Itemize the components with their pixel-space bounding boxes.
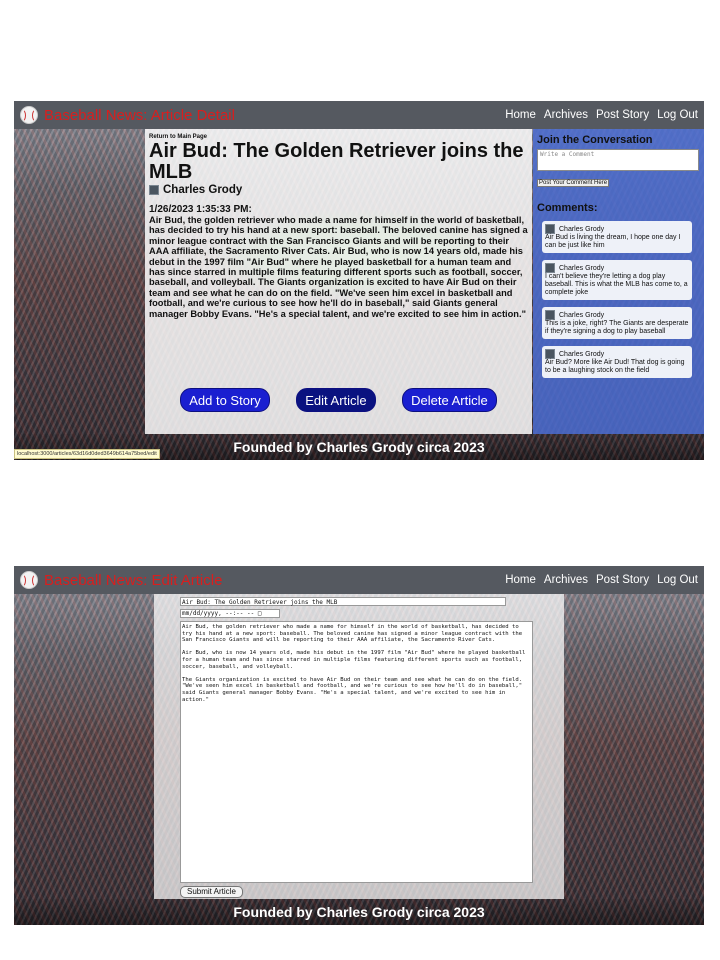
join-conversation-heading: Join the Conversation — [537, 134, 653, 146]
post-comment-button[interactable]: Post Your Comment Here — [537, 179, 610, 187]
nav-links: Home Archives Post Story Log Out — [505, 109, 698, 121]
nav-archives-link[interactable]: Archives — [544, 109, 588, 121]
comment-item: Charles Grody Air Bud is living the drea… — [542, 221, 692, 253]
status-url-tooltip: localhost:3000/articles/63d16d0ded3649b6… — [14, 449, 160, 459]
comment-item: Charles Grody Air Bud? More like Air Dud… — [542, 346, 692, 378]
nav-links: Home Archives Post Story Log Out — [505, 574, 698, 586]
comment-item: Charles Grody I can't believe they're le… — [542, 260, 692, 300]
commenter-avatar-icon — [545, 224, 555, 234]
author-avatar-icon — [149, 185, 159, 195]
date-time-input[interactable]: mm/dd/yyyy, --:-- -- □ — [180, 609, 280, 618]
nav-log-out-link[interactable]: Log Out — [657, 574, 698, 586]
submit-article-button[interactable]: Submit Article — [180, 886, 243, 898]
title-input[interactable]: Air Bud: The Golden Retriever joins the … — [180, 597, 506, 606]
comments-sidebar: Join the Conversation Write a Comment Po… — [533, 129, 704, 434]
brand-title[interactable]: Baseball News: Edit Article — [44, 572, 222, 589]
navbar: Baseball News: Edit Article Home Archive… — [14, 566, 704, 594]
comment-text: I can't believe they're letting a dog pl… — [545, 273, 688, 296]
comment-author: Charles Grody — [559, 350, 605, 358]
article-author: Charles Grody — [163, 184, 243, 196]
article-body-textarea[interactable]: Air Bud, the golden retriever who made a… — [180, 621, 533, 883]
comment-author: Charles Grody — [559, 225, 605, 233]
author-row: Charles Grody — [149, 184, 528, 196]
nav-archives-link[interactable]: Archives — [544, 574, 588, 586]
comment-input[interactable]: Write a Comment — [537, 149, 699, 171]
comments-heading: Comments: — [537, 202, 598, 214]
nav-post-story-link[interactable]: Post Story — [596, 574, 649, 586]
baseball-logo-icon — [20, 571, 38, 589]
date-value: mm/dd/yyyy, --:-- -- — [182, 610, 255, 617]
comment-text: This is a joke, right? The Giants are de… — [545, 320, 689, 335]
navbar: Baseball News: Article Detail Home Archi… — [14, 101, 704, 129]
commenter-avatar-icon — [545, 263, 555, 273]
edit-form-panel: Air Bud: The Golden Retriever joins the … — [154, 594, 564, 899]
add-to-story-button[interactable]: Add to Story — [180, 388, 270, 412]
comment-text: Air Bud is living the dream, I hope one … — [545, 234, 681, 249]
edit-article-button[interactable]: Edit Article — [296, 388, 376, 412]
commenter-avatar-icon — [545, 349, 555, 359]
nav-post-story-link[interactable]: Post Story — [596, 109, 649, 121]
edit-article-screenshot: Baseball News: Edit Article Home Archive… — [14, 566, 704, 925]
comment-text: Air Bud? More like Air Dud! That dog is … — [545, 359, 685, 374]
article-date: 1/26/2023 1:35:33 PM: — [149, 204, 252, 215]
commenter-avatar-icon — [545, 310, 555, 320]
brand-title[interactable]: Baseball News: Article Detail — [44, 107, 235, 124]
comment-item: Charles Grody This is a joke, right? The… — [542, 307, 692, 339]
article-actions: Add to Story Edit Article Delete Article — [145, 388, 532, 412]
article-title: Air Bud: The Golden Retriever joins the … — [149, 140, 524, 183]
article-detail-screenshot: Baseball News: Article Detail Home Archi… — [14, 101, 704, 460]
calendar-icon[interactable]: □ — [258, 610, 262, 617]
article-panel: Return to Main Page Air Bud: The Golden … — [145, 129, 532, 434]
article-body: Air Bud, the golden retriever who made a… — [149, 215, 528, 319]
nav-home-link[interactable]: Home — [505, 109, 536, 121]
nav-home-link[interactable]: Home — [505, 574, 536, 586]
nav-log-out-link[interactable]: Log Out — [657, 109, 698, 121]
comment-author: Charles Grody — [559, 311, 605, 319]
baseball-logo-icon — [20, 106, 38, 124]
comment-author: Charles Grody — [559, 264, 605, 272]
site-footer: Founded by Charles Grody circa 2023 — [14, 899, 704, 925]
delete-article-button[interactable]: Delete Article — [402, 388, 497, 412]
